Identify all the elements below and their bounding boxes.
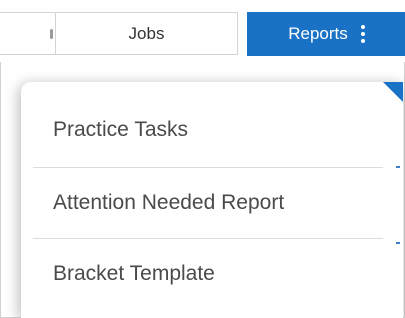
truncated-tab-fragment [50,29,53,39]
background-fragment [396,166,400,168]
menu-item-practice-tasks[interactable]: Practice Tasks [33,95,383,165]
tab-partial-previous[interactable] [0,12,55,55]
tab-jobs-label: Jobs [128,23,165,43]
reports-dropdown-menu: Practice Tasks Attention Needed Report B… [21,82,403,318]
menu-item-label: Bracket Template [53,262,215,285]
background-fragment [396,242,400,244]
tab-reports-label: Reports [288,24,348,43]
menu-item-bracket-template[interactable]: Bracket Template [33,239,383,309]
menu-item-attention-needed-report[interactable]: Attention Needed Report [33,168,383,238]
tab-jobs[interactable]: Jobs [55,12,238,55]
top-navigation: Jobs Reports [0,0,405,62]
dropdown-pointer [383,82,403,102]
kebab-icon[interactable] [360,25,366,43]
menu-item-label: Attention Needed Report [53,191,285,214]
tab-reports[interactable]: Reports [247,12,405,56]
menu-item-label: Practice Tasks [53,118,188,141]
